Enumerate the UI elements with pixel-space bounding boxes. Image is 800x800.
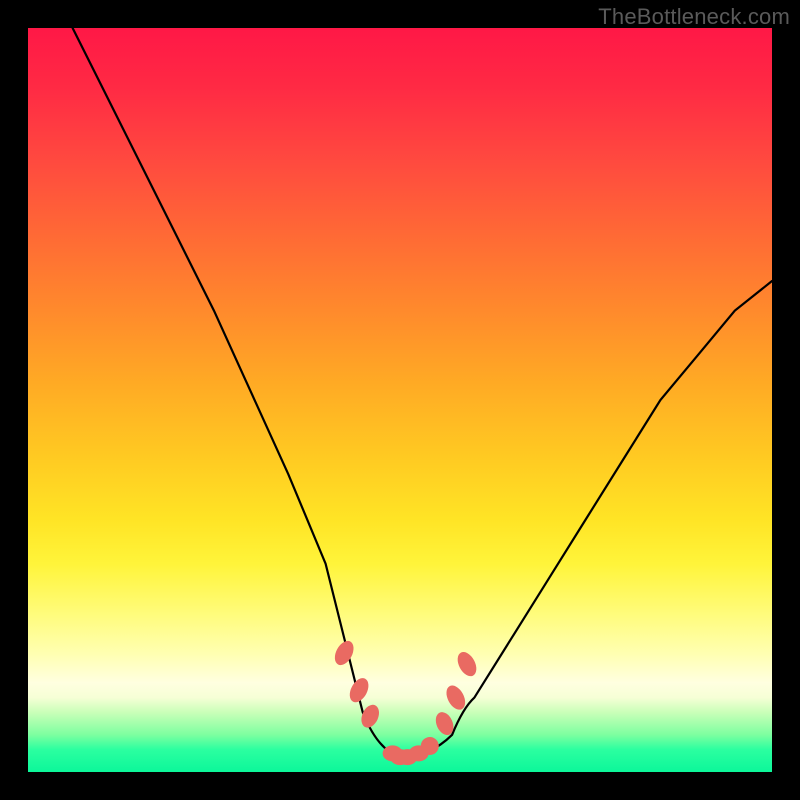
- curve-path: [73, 28, 772, 757]
- bottleneck-curve: [28, 28, 772, 772]
- plot-area: [28, 28, 772, 772]
- chart-frame: TheBottleneck.com: [0, 0, 800, 800]
- watermark-text: TheBottleneck.com: [598, 4, 790, 30]
- tolerance-markers: [331, 638, 480, 765]
